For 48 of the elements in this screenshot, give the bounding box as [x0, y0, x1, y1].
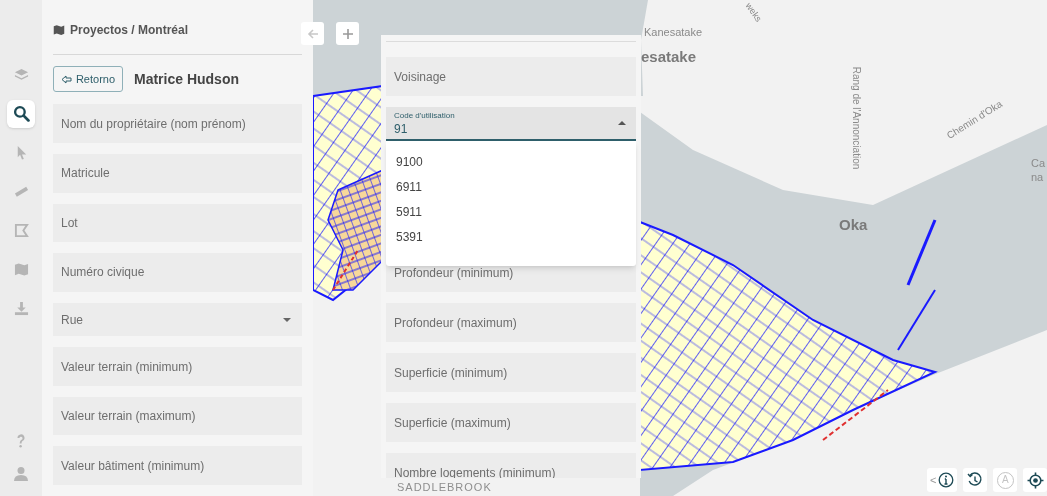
ruler-icon: [13, 184, 29, 199]
text-field[interactable]: Valeur bâtiment (minimum): [53, 446, 302, 485]
text-field[interactable]: Matricule: [53, 154, 302, 193]
text-field[interactable]: Valeur terrain (minimum): [53, 347, 302, 386]
polygon-icon: [13, 223, 29, 238]
map-label: Kanesatake: [644, 27, 703, 38]
map-label: Oka: [839, 217, 868, 232]
plus-icon: [341, 27, 354, 40]
back-arrow-icon: [306, 27, 319, 40]
history-icon: [967, 472, 984, 488]
dropdown-option[interactable]: 9100: [386, 149, 636, 174]
panel-title: Matrice Hudson: [134, 69, 239, 89]
text-field[interactable]: Nom du propriétaire (nom prénom): [53, 104, 302, 143]
rail-button[interactable]: [7, 99, 35, 128]
map-icon: [53, 24, 65, 37]
text-field[interactable]: Lot: [53, 203, 302, 243]
map-control-button[interactable]: [963, 468, 988, 492]
map-icon: [13, 262, 29, 277]
map-label: na: [1031, 172, 1044, 183]
back-button[interactable]: Retorno: [53, 66, 123, 93]
text-field[interactable]: Superficie (maximum): [386, 403, 636, 442]
text-field[interactable]: Voisinage: [386, 57, 636, 96]
text-field[interactable]: Superficie (minimum): [386, 353, 636, 392]
dropdown-option[interactable]: 6911: [386, 174, 636, 199]
map-control-button[interactable]: [1023, 468, 1047, 492]
select-field[interactable]: Rue: [53, 302, 302, 337]
map-label: SADDLEBROOK: [397, 482, 492, 493]
info-icon: [938, 472, 955, 488]
dropdown-option[interactable]: 5391: [386, 224, 636, 249]
text-field[interactable]: Numéro civique: [53, 253, 302, 292]
download-icon: [13, 301, 29, 316]
breadcrumb: Proyectos / Montréal: [70, 22, 189, 40]
arrow-icon: [60, 74, 72, 84]
map-label: Ca: [1031, 158, 1046, 169]
map-nav-button[interactable]: [336, 22, 359, 45]
user-icon: [13, 466, 29, 482]
dropdown-option[interactable]: 5911: [386, 199, 636, 224]
field-label: Code d'utilisation: [394, 111, 456, 121]
select-field[interactable]: Code d'utilisation 91: [386, 107, 636, 141]
field-value: 91: [394, 121, 409, 137]
search-icon: [12, 105, 30, 122]
map-label: Rang de l'Annonciation: [850, 66, 861, 170]
map-label: esatake: [641, 49, 697, 64]
locate-icon: [1026, 471, 1044, 489]
layers-icon: [13, 67, 29, 82]
text-field[interactable]: Profondeur (maximum): [386, 303, 636, 342]
chevron-text: <: [930, 472, 937, 488]
text-field[interactable]: Valeur terrain (maximum): [53, 396, 302, 436]
